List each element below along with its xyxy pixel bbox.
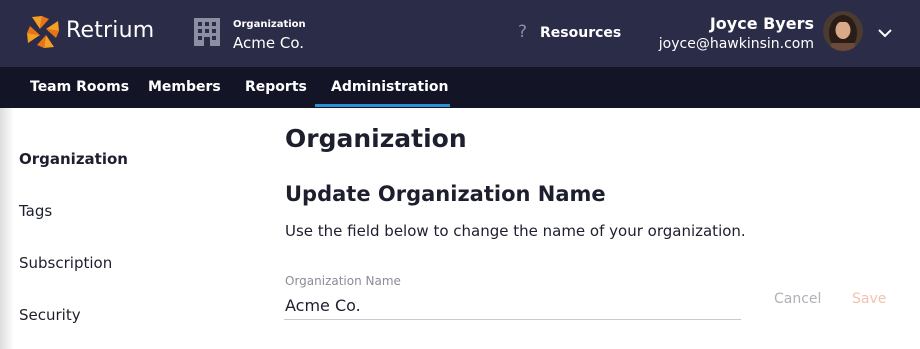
section-title: Update Organization Name xyxy=(285,182,606,206)
nav-item-team-rooms[interactable]: Team Rooms xyxy=(30,79,129,95)
org-name: Acme Co. xyxy=(233,34,305,52)
sidebar-item-subscription[interactable]: Subscription xyxy=(19,254,112,272)
building-icon xyxy=(194,18,220,46)
nav-item-administration[interactable]: Administration xyxy=(331,79,448,95)
org-label: Organization xyxy=(233,19,306,30)
sidebar-item-security[interactable]: Security xyxy=(19,306,81,324)
sidebar-item-tags[interactable]: Tags xyxy=(19,202,52,220)
sidebar-item-organization[interactable]: Organization xyxy=(19,150,128,168)
save-button[interactable]: Save xyxy=(852,291,886,307)
section-description: Use the field below to change the name o… xyxy=(285,222,746,240)
user-name: Joyce Byers xyxy=(709,14,814,33)
avatar[interactable] xyxy=(823,11,863,51)
top-bar: Retrium Organization Acme Co. ? Resource… xyxy=(0,0,920,67)
resources-link[interactable]: Resources xyxy=(540,25,621,41)
user-email: joyce@hawkinsin.com xyxy=(658,36,814,52)
cancel-button[interactable]: Cancel xyxy=(774,291,821,307)
nav-item-reports[interactable]: Reports xyxy=(245,79,307,95)
chevron-down-icon[interactable] xyxy=(876,27,894,39)
app-name[interactable]: Retrium xyxy=(66,18,154,43)
main-nav: Team Rooms Members Reports Administratio… xyxy=(0,67,920,108)
org-name-input[interactable] xyxy=(284,292,741,320)
nav-active-indicator xyxy=(315,104,450,107)
org-name-field-label: Organization Name xyxy=(285,274,401,288)
sidebar-shadow xyxy=(0,108,14,349)
question-icon[interactable]: ? xyxy=(518,22,527,42)
page-title: Organization xyxy=(285,124,467,153)
nav-item-members[interactable]: Members xyxy=(148,79,221,95)
retrium-logo-icon[interactable] xyxy=(26,15,60,49)
